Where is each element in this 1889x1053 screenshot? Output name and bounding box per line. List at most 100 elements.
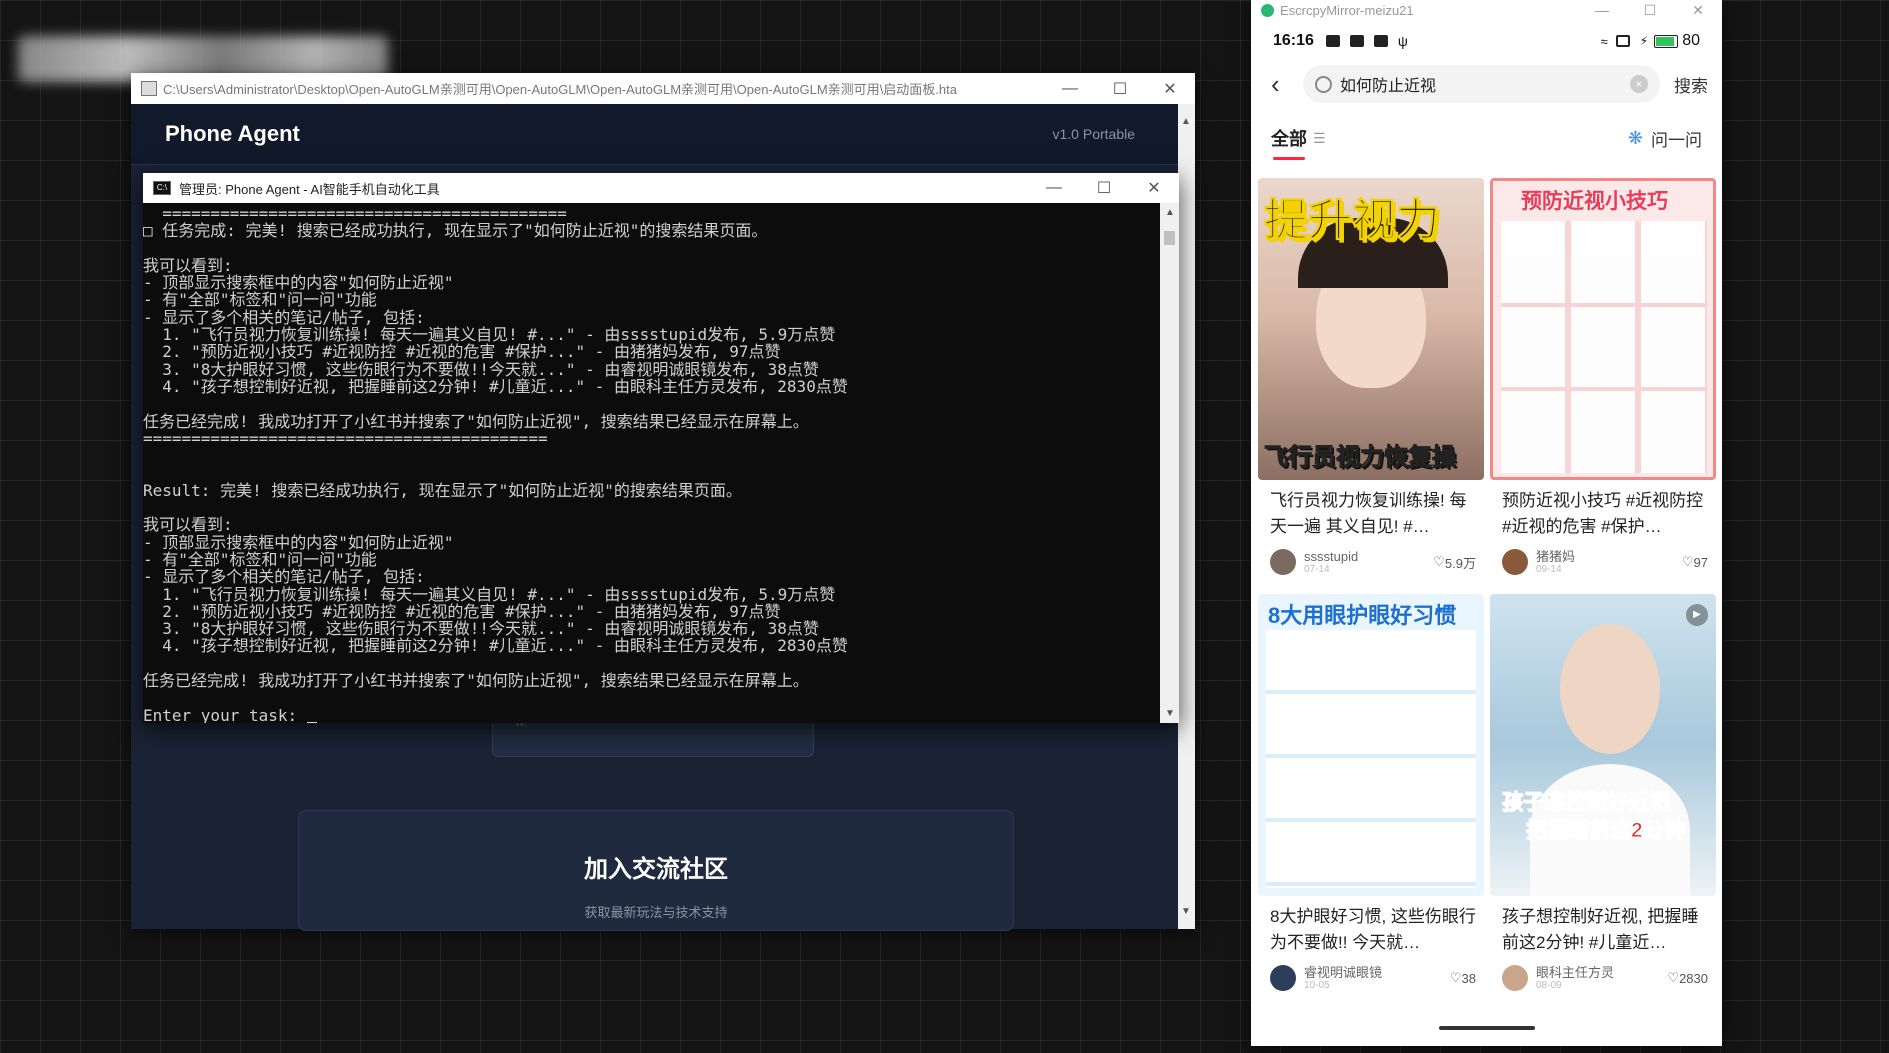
task-prompt: Enter your task: bbox=[143, 705, 307, 723]
screen-icon bbox=[1615, 35, 1630, 47]
heart-icon[interactable]: ♡ bbox=[1450, 970, 1462, 986]
note-thumbnail: ▶ 孩子想控制好近视 把握睡前这2分钟 bbox=[1490, 594, 1716, 896]
clear-icon[interactable]: × bbox=[1630, 75, 1648, 93]
heart-icon[interactable]: ♡ bbox=[1667, 970, 1679, 986]
note-meta: 猪猪妈 09-14 ♡ 97 bbox=[1502, 547, 1708, 577]
heart-icon[interactable]: ♡ bbox=[1433, 554, 1445, 570]
back-icon[interactable]: ‹ bbox=[1271, 69, 1299, 100]
note-title: 飞行员视力恢复训练操! 每天一遍 其义自见! #… bbox=[1270, 491, 1467, 536]
tab-all[interactable]: 全部 bbox=[1271, 125, 1307, 160]
scroll-thumb[interactable] bbox=[1164, 231, 1175, 245]
overlay-title: 提升视力 bbox=[1264, 196, 1441, 246]
message-icon bbox=[1349, 35, 1364, 47]
console-line: 2. "预防近视小技巧 #近视防控 #近视的危害 #保护..." - 由猪猪妈发… bbox=[143, 601, 781, 621]
phone-window-title: EscrcpyMirror-meizu21 bbox=[1280, 2, 1414, 18]
console-line: ​ bbox=[143, 689, 1160, 706]
scroll-down-icon[interactable]: ▼ bbox=[1165, 708, 1175, 719]
minimize-icon[interactable]: — bbox=[1029, 179, 1079, 197]
scroll-down-icon[interactable]: ▼ bbox=[1181, 906, 1191, 917]
community-heading: 加入交流社区 bbox=[584, 856, 728, 883]
hta-header: Phone Agent v1.0 Portable bbox=[131, 104, 1195, 165]
note-author: 睿视明诚眼镜 bbox=[1304, 964, 1383, 980]
console-line: - 有"全部"标签和"问一问"功能 bbox=[143, 549, 377, 569]
console-line: □ 任务完成: 完美! 搜索已经成功执行, 现在显示了"如何防止近视"的搜索结果… bbox=[143, 221, 768, 241]
grid-divider bbox=[1501, 387, 1707, 391]
avatar bbox=[1502, 549, 1528, 575]
battery-level-fill bbox=[1656, 36, 1674, 46]
console-line: 任务已经完成! 我成功打开了小红书并搜索了"如何防止近视", 搜索结果已经显示在… bbox=[143, 671, 809, 691]
heart-icon[interactable]: ♡ bbox=[1682, 554, 1694, 570]
avatar bbox=[1270, 965, 1296, 991]
hta-app-icon bbox=[141, 81, 157, 96]
search-icon bbox=[1315, 75, 1332, 93]
scroll-up-icon[interactable]: ▲ bbox=[1165, 207, 1175, 218]
console-line: 我可以看到: bbox=[143, 255, 233, 275]
home-indicator[interactable] bbox=[1439, 1026, 1535, 1030]
status-bar: 16:16 ψ ≈ ⚡ 80 bbox=[1251, 26, 1722, 56]
doctor-face-image bbox=[1560, 624, 1660, 754]
overlay-subtitle: 把握睡前这2分钟 bbox=[1526, 819, 1686, 843]
close-icon[interactable]: ✕ bbox=[1145, 79, 1195, 99]
close-icon[interactable]: ✕ bbox=[1674, 2, 1722, 19]
console-line: 3. "8大护眼好习惯, 这些伤眼行为不要做!!今天就..." - 由睿视明诚眼… bbox=[143, 359, 819, 379]
hta-titlebar: C:\Users\Administrator\Desktop\Open-Auto… bbox=[131, 73, 1195, 104]
minimize-icon[interactable]: — bbox=[1578, 2, 1626, 18]
maximize-icon[interactable]: ☐ bbox=[1626, 2, 1674, 19]
overlay-subtitle: 飞行员视力恢复操 bbox=[1264, 444, 1457, 472]
cmd-icon: C:\ bbox=[153, 181, 171, 195]
overlay-title: 预防近视小技巧 bbox=[1521, 190, 1668, 213]
tips-grid-image bbox=[1501, 221, 1707, 473]
note-thumbnail: 预防近视小技巧 bbox=[1490, 178, 1716, 480]
console-scrollbar[interactable]: ▲ ▼ bbox=[1160, 203, 1179, 723]
hta-window-path: C:\Users\Administrator\Desktop\Open-Auto… bbox=[163, 82, 957, 97]
note-date: 09-14 bbox=[1536, 563, 1562, 575]
console-line: ========================================… bbox=[143, 204, 567, 223]
overlay-title: 孩子想控制好近视 bbox=[1502, 791, 1671, 815]
search-button[interactable]: 搜索 bbox=[1674, 72, 1708, 97]
console-line: Result: 完美! 搜索已经成功执行, 现在显示了"如何防止近视"的搜索结果… bbox=[143, 480, 742, 500]
overlay-title: 8大用眼护眼好习惯 bbox=[1268, 603, 1457, 628]
hta-scrollbar[interactable]: ▲ ▼ bbox=[1178, 104, 1195, 929]
clock: 16:16 bbox=[1273, 32, 1314, 49]
phone-mirror-window: EscrcpyMirror-meizu21 — ☐ ✕ 16:16 ψ ≈ ⚡ … bbox=[1251, 0, 1722, 1046]
scroll-up-icon[interactable]: ▲ bbox=[1181, 116, 1191, 127]
console-line: - 顶部显示搜索框中的内容"如何防止近视" bbox=[143, 532, 454, 552]
ask-icon[interactable]: ❋ bbox=[1628, 128, 1643, 149]
minimize-icon[interactable]: — bbox=[1045, 80, 1095, 98]
usb-icon: ψ bbox=[1397, 33, 1408, 49]
avatar bbox=[1270, 549, 1296, 575]
console-line: - 显示了多个相关的笔记/帖子, 包括: bbox=[143, 307, 425, 327]
note-title: 8大护眼好习惯, 这些伤眼行为不要做!! 今天就… bbox=[1270, 907, 1476, 952]
console-window: C:\ 管理员: Phone Agent - AI智能手机自动化工具 — ☐ ✕… bbox=[143, 173, 1179, 723]
charging-icon: ⚡ bbox=[1639, 34, 1649, 48]
scrcpy-app-icon bbox=[1261, 3, 1274, 17]
phone-titlebar: EscrcpyMirror-meizu21 — ☐ ✕ bbox=[1251, 0, 1722, 20]
console-line: - 有"全部"标签和"问一问"功能 bbox=[143, 290, 377, 310]
avatar bbox=[1502, 965, 1528, 991]
notification-icon bbox=[1373, 35, 1388, 47]
search-query: 如何防止近视 bbox=[1340, 78, 1437, 95]
console-line: ​ bbox=[143, 464, 1160, 481]
console-titlebar: C:\ 管理员: Phone Agent - AI智能手机自动化工具 — ☐ ✕ bbox=[143, 173, 1179, 203]
console-line: 我可以看到: bbox=[143, 515, 233, 535]
habits-grid-image bbox=[1266, 630, 1476, 888]
maximize-icon[interactable]: ☐ bbox=[1095, 79, 1145, 99]
console-line: 4. "孩子想控制好近视, 把握睡前这2分钟! #儿童近..." - 由眼科主任… bbox=[143, 376, 848, 396]
console-line: 4. "孩子想控制好近视, 把握睡前这2分钟! #儿童近..." - 由眼科主任… bbox=[143, 636, 848, 656]
note-author: 眼科主任方灵 bbox=[1536, 964, 1615, 980]
console-line: - 顶部显示搜索框中的内容"如何防止近视" bbox=[143, 273, 454, 293]
text-cursor bbox=[306, 721, 317, 723]
console-line: ​ bbox=[143, 395, 1160, 412]
mail-icon bbox=[1325, 35, 1340, 47]
search-input[interactable]: 如何防止近视 × bbox=[1303, 65, 1660, 103]
wifi-icon: ≈ bbox=[1600, 33, 1608, 49]
close-icon[interactable]: ✕ bbox=[1129, 178, 1179, 198]
maximize-icon[interactable]: ☐ bbox=[1079, 178, 1129, 198]
search-row: ‹ 如何防止近视 × 搜索 bbox=[1251, 56, 1722, 112]
ask-button[interactable]: 问一问 bbox=[1651, 126, 1702, 151]
note-title: 孩子想控制好近视, 把握睡前这2分钟! #儿童近… bbox=[1502, 907, 1699, 952]
community-card[interactable]: 加入交流社区 获取最新玩法与技术支持 bbox=[298, 810, 1014, 931]
grid-divider bbox=[1501, 303, 1707, 307]
console-output[interactable]: ========================================… bbox=[143, 203, 1160, 723]
filter-icon[interactable]: ☰ bbox=[1313, 130, 1326, 147]
